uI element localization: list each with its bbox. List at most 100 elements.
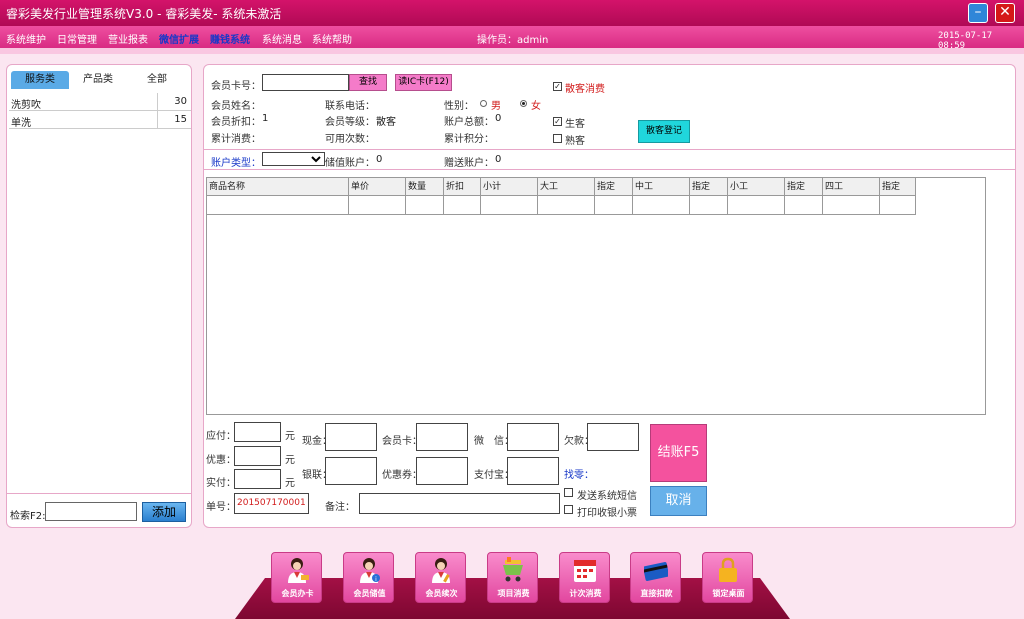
- alipay-input[interactable]: [507, 457, 559, 485]
- account-balance-label: 账户总额：: [444, 117, 494, 128]
- col-discount[interactable]: 折扣: [444, 178, 481, 196]
- member-card-pay-input[interactable]: [416, 423, 468, 451]
- list-item[interactable]: 洗剪吹 30: [9, 93, 191, 111]
- gender-female-radio[interactable]: [520, 100, 527, 107]
- card-number-input[interactable]: [262, 74, 349, 91]
- table-row[interactable]: [207, 196, 916, 215]
- table-cell[interactable]: [481, 196, 538, 215]
- regular-customer-checkbox[interactable]: [553, 134, 562, 143]
- col-designated-3[interactable]: 指定: [785, 178, 823, 196]
- member-discount-label: 会员折扣：: [211, 117, 261, 128]
- service-price: 15: [174, 114, 187, 125]
- minimize-button[interactable]: –: [968, 3, 988, 23]
- find-button[interactable]: 查找: [349, 74, 387, 91]
- tab-all[interactable]: 全部: [127, 71, 187, 89]
- tab-services[interactable]: 服务类: [11, 71, 69, 89]
- list-item[interactable]: 单洗 15: [9, 111, 191, 129]
- table-cell[interactable]: [207, 196, 349, 215]
- menu-daily-management[interactable]: 日常管理: [57, 31, 97, 46]
- gender-male-radio[interactable]: [480, 100, 487, 107]
- remark-label: 备注：: [325, 502, 355, 513]
- walkin-register-button[interactable]: 散客登记: [638, 120, 690, 143]
- col-designated-1[interactable]: 指定: [595, 178, 633, 196]
- wechat-pay-input[interactable]: [507, 423, 559, 451]
- col-unit-price[interactable]: 单价: [349, 178, 406, 196]
- cash-input[interactable]: [325, 423, 377, 451]
- close-button[interactable]: ✕: [995, 3, 1015, 23]
- service-name: 单洗: [11, 118, 31, 129]
- walkin-checkbox[interactable]: ✓: [553, 82, 562, 91]
- col-quantity[interactable]: 数量: [406, 178, 444, 196]
- count-consume-button[interactable]: 计次消费: [559, 552, 610, 603]
- col-senior-stylist[interactable]: 大工: [538, 178, 595, 196]
- lock-desktop-button[interactable]: 锁定桌面: [702, 552, 753, 603]
- debt-input[interactable]: [587, 423, 639, 451]
- close-icon: ✕: [999, 4, 1011, 20]
- col-mid-stylist[interactable]: 中工: [633, 178, 690, 196]
- lock-icon: [719, 557, 737, 582]
- discount-input[interactable]: [234, 446, 281, 466]
- stored-account-label: 储值账户：: [325, 158, 375, 169]
- cancel-button[interactable]: 取消: [650, 486, 707, 516]
- read-ic-card-button[interactable]: 读IC卡(F12): [395, 74, 452, 91]
- menu-money-system[interactable]: 赚钱系统: [210, 31, 250, 46]
- menu-system-maintenance[interactable]: 系统维护: [6, 31, 46, 46]
- tab-products[interactable]: 产品类: [69, 71, 127, 89]
- table-cell[interactable]: [444, 196, 481, 215]
- col-junior-stylist[interactable]: 小工: [728, 178, 785, 196]
- send-sms-checkbox[interactable]: [564, 488, 573, 497]
- dock-label: 会员办卡: [281, 589, 314, 598]
- col-designated-4[interactable]: 指定: [880, 178, 916, 196]
- gift-account-label: 赠送账户：: [444, 158, 494, 169]
- add-button[interactable]: 添加: [142, 502, 186, 522]
- member-card-button[interactable]: 会员办卡: [271, 552, 322, 603]
- dock-label: 直接扣款: [640, 589, 673, 598]
- divider: [204, 149, 1015, 150]
- menu-business-report[interactable]: 营业报表: [108, 31, 148, 46]
- consumption-grid[interactable]: 商品名称 单价 数量 折扣 小计 大工 指定 中工 指定 小工 指定 四工 指定: [206, 177, 986, 415]
- menu-wechat-extension[interactable]: 微信扩展: [159, 31, 199, 46]
- table-cell[interactable]: [633, 196, 690, 215]
- order-number-field[interactable]: 201507170001: [234, 493, 309, 514]
- window-title: 睿彩美发行业管理系统V3.0 - 睿彩美发- 系统未激活: [6, 7, 282, 21]
- payable-input[interactable]: [234, 422, 281, 442]
- gender-label: 性别：: [444, 101, 474, 112]
- direct-deduct-button[interactable]: 直接扣款: [630, 552, 681, 603]
- grid-header: 商品名称 单价 数量 折扣 小计 大工 指定 中工 指定 小工 指定 四工 指定: [207, 178, 916, 196]
- menu-system-help[interactable]: 系统帮助: [312, 31, 352, 46]
- col-designated-2[interactable]: 指定: [690, 178, 728, 196]
- service-panel: 服务类 产品类 全部 洗剪吹 30 单洗 15 检索F2: 添加: [6, 64, 192, 528]
- account-type-select[interactable]: [262, 152, 325, 166]
- member-renew-button[interactable]: 会员续次: [415, 552, 466, 603]
- col-fourth-stylist[interactable]: 四工: [823, 178, 880, 196]
- table-cell[interactable]: [823, 196, 880, 215]
- phone-label: 联系电话：: [325, 101, 375, 112]
- send-sms-label: 发送系统短信: [577, 491, 637, 502]
- column-divider: [157, 111, 158, 128]
- member-name-label: 会员姓名：: [211, 101, 261, 112]
- unionpay-input[interactable]: [325, 457, 377, 485]
- member-deposit-button[interactable]: i 会员储值: [343, 552, 394, 603]
- table-cell[interactable]: [690, 196, 728, 215]
- col-subtotal[interactable]: 小计: [481, 178, 538, 196]
- table-cell[interactable]: [728, 196, 785, 215]
- table-cell[interactable]: [538, 196, 595, 215]
- new-customer-checkbox[interactable]: ✓: [553, 117, 562, 126]
- table-cell[interactable]: [349, 196, 406, 215]
- table-cell[interactable]: [785, 196, 823, 215]
- remark-input[interactable]: [359, 493, 560, 514]
- print-receipt-checkbox[interactable]: [564, 505, 573, 514]
- dock-label: 会员储值: [353, 589, 386, 598]
- table-cell[interactable]: [595, 196, 633, 215]
- calendar-icon: [574, 560, 596, 582]
- col-product-name[interactable]: 商品名称: [207, 178, 349, 196]
- menu-system-messages[interactable]: 系统消息: [262, 31, 302, 46]
- table-cell[interactable]: [880, 196, 916, 215]
- coupon-input[interactable]: [416, 457, 468, 485]
- available-times-label: 可用次数：: [325, 134, 375, 145]
- settle-button[interactable]: 结账F5: [650, 424, 707, 482]
- table-cell[interactable]: [406, 196, 444, 215]
- search-input[interactable]: [45, 502, 137, 521]
- actual-paid-input[interactable]: [234, 469, 281, 489]
- project-consume-button[interactable]: 项目消费: [487, 552, 538, 603]
